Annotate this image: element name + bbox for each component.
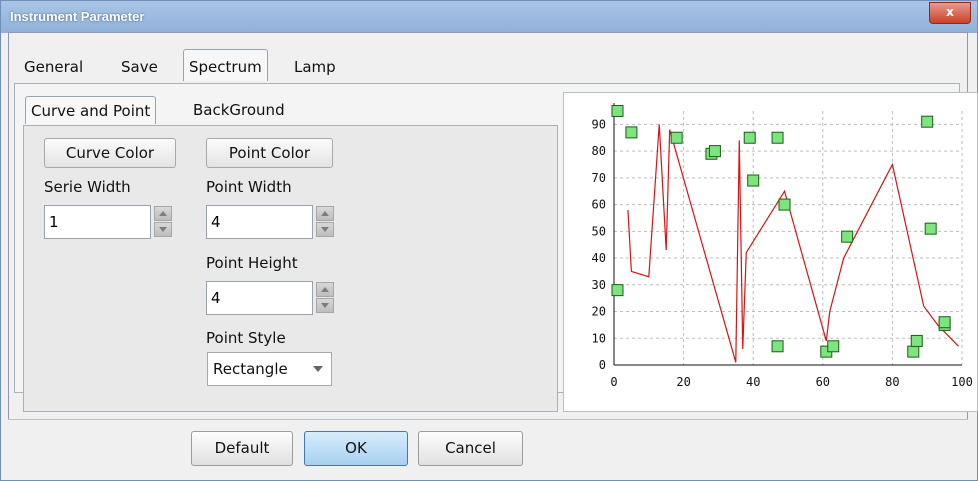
data-point xyxy=(747,174,760,187)
y-tick-label: 60 xyxy=(592,198,606,212)
point-height-field[interactable]: 4 xyxy=(206,281,313,315)
cancel-button[interactable]: Cancel xyxy=(418,431,523,466)
point-width-label: Point Width xyxy=(206,178,292,196)
spin-up-icon[interactable] xyxy=(316,206,334,221)
y-tick-label: 80 xyxy=(592,144,606,158)
chevron-down-icon[interactable] xyxy=(313,366,323,372)
tab-spectrum[interactable]: Spectrum xyxy=(183,49,268,81)
y-tick-label: 90 xyxy=(592,117,606,131)
data-point xyxy=(611,284,624,297)
data-point xyxy=(938,316,951,329)
data-point xyxy=(907,345,920,358)
default-button[interactable]: Default xyxy=(191,431,293,466)
data-point xyxy=(708,145,721,158)
close-icon[interactable]: x xyxy=(929,2,971,24)
x-tick-label: 80 xyxy=(885,375,899,389)
data-point xyxy=(771,131,784,144)
spectrum-curve xyxy=(627,124,959,363)
data-point xyxy=(771,340,784,353)
point-style-label: Point Style xyxy=(206,329,286,347)
spin-down-icon[interactable] xyxy=(316,298,334,313)
data-point xyxy=(841,230,854,243)
data-point xyxy=(921,115,934,128)
data-point xyxy=(910,334,923,347)
point-style-select[interactable]: Rectangle xyxy=(207,352,332,386)
data-point xyxy=(778,198,791,211)
serie-width-field[interactable]: 1 xyxy=(44,205,151,239)
serie-width-label: Serie Width xyxy=(44,178,131,196)
tab-save[interactable]: Save xyxy=(115,51,164,81)
spectrum-preview-chart: 0 10 20 30 40 50 60 70 80 90 0 20 40 60 80 100 xyxy=(563,92,978,412)
data-point xyxy=(670,131,683,144)
y-tick-label: 10 xyxy=(592,331,606,345)
x-tick-label: 20 xyxy=(676,375,690,389)
spin-up-icon[interactable] xyxy=(154,206,172,221)
tab-lamp-status[interactable]: Lamp Status xyxy=(288,51,348,106)
point-width-field[interactable]: 4 xyxy=(206,205,313,239)
spin-down-icon[interactable] xyxy=(316,222,334,237)
data-point xyxy=(827,340,840,353)
y-tick-label: 40 xyxy=(592,251,606,265)
data-point xyxy=(625,126,638,139)
point-style-value: Rectangle xyxy=(213,360,288,378)
tab-general[interactable]: General xyxy=(18,51,89,81)
y-tick-label: 70 xyxy=(592,171,606,185)
point-color-button[interactable]: Point Color xyxy=(206,138,333,168)
y-tick-label: 20 xyxy=(592,305,606,319)
data-point xyxy=(743,131,756,144)
tab-background[interactable]: BackGround xyxy=(188,96,290,124)
chart-svg: 0 10 20 30 40 50 60 70 80 90 0 20 40 60 80 100 xyxy=(592,103,973,389)
tab-curve-and-point[interactable]: Curve and Point xyxy=(25,96,157,124)
x-tick-label: 100 xyxy=(951,375,973,389)
point-height-label: Point Height xyxy=(206,254,298,272)
title-bar[interactable]: Instrument Parameter x xyxy=(1,1,977,33)
data-point xyxy=(611,105,624,117)
y-tick-label: 0 xyxy=(599,358,606,372)
x-tick-label: 0 xyxy=(610,375,617,389)
x-tick-label: 60 xyxy=(816,375,830,389)
data-point xyxy=(924,222,937,235)
x-tick-label: 40 xyxy=(746,375,760,389)
ok-button[interactable]: OK xyxy=(304,431,408,466)
y-tick-label: 50 xyxy=(592,224,606,238)
spin-down-icon[interactable] xyxy=(154,222,172,237)
curve-color-button[interactable]: Curve Color xyxy=(44,138,176,168)
spin-up-icon[interactable] xyxy=(316,282,334,297)
window-title: Instrument Parameter xyxy=(10,9,145,24)
y-tick-label: 30 xyxy=(592,278,606,292)
